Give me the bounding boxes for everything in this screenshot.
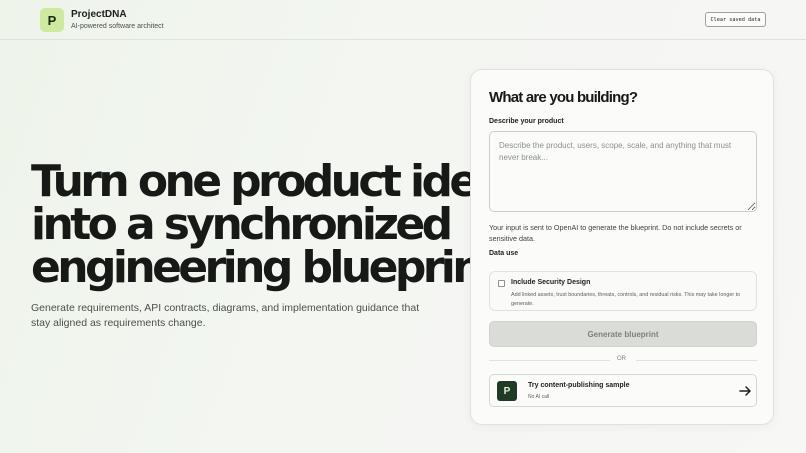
sample-subtitle: No AI call: [528, 394, 550, 400]
hero-line: Turn one product idea: [31, 156, 505, 207]
clear-saved-data-button[interactable]: Clear saved data: [705, 12, 766, 27]
security-design-option[interactable]: Include Security Design Add linked asset…: [489, 271, 757, 311]
hero-line: into a synchronized: [31, 199, 453, 250]
or-divider-right: [636, 360, 757, 361]
top-bar: P ProjectDNA AI-powered software archite…: [0, 0, 806, 40]
app-logo: P: [40, 8, 64, 32]
app-tagline: AI-powered software architect: [71, 23, 164, 30]
generate-blueprint-button[interactable]: Generate blueprint: [489, 321, 757, 347]
or-divider-label: OR: [617, 356, 626, 362]
data-use-label: Data use: [489, 250, 519, 257]
hero-line: engineering blueprint.: [31, 242, 514, 293]
sample-title: Try content-publishing sample: [528, 382, 630, 389]
describe-label: Describe your product: [489, 118, 564, 125]
hero-subtitle: Generate requirements, API contracts, di…: [31, 302, 420, 329]
or-divider-left: [489, 360, 610, 361]
product-description-input[interactable]: [489, 131, 757, 212]
form-title: What are you building?: [489, 89, 638, 106]
app-name: ProjectDNA: [71, 9, 127, 20]
security-design-description: Add linked assets, trust boundaries, thr…: [511, 292, 741, 307]
try-sample-button[interactable]: P Try content-publishing sample No AI ca…: [489, 374, 757, 407]
security-design-checkbox[interactable]: [498, 280, 505, 287]
builder-form-card: What are you building? Describe your pro…: [470, 69, 774, 425]
privacy-notice: Your input is sent to OpenAI to generate…: [489, 223, 742, 243]
hero-headline: Turn one product idea into a synchronize…: [31, 156, 514, 293]
sample-logo: P: [497, 381, 517, 401]
arrow-right-icon: [739, 386, 751, 396]
security-design-title: Include Security Design: [511, 279, 591, 286]
